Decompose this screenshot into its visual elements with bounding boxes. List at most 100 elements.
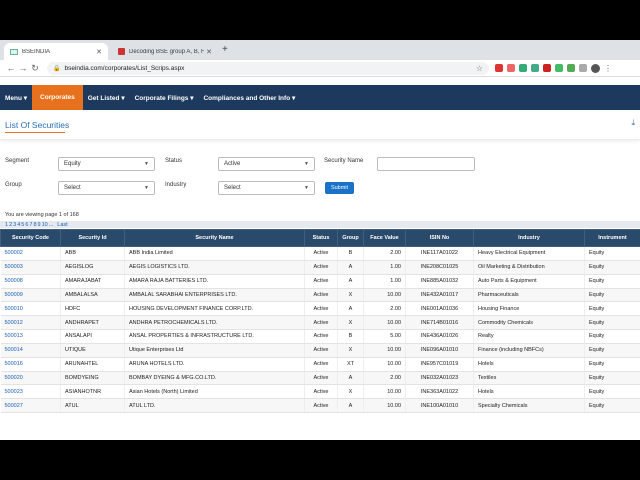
page-info: You are viewing page 1 of 168: [5, 212, 79, 218]
column-header[interactable]: ISIN No: [405, 229, 474, 247]
table-cell: AMARA RAJA BATTERIES LTD.: [124, 274, 305, 289]
back-icon[interactable]: ←: [5, 63, 17, 73]
security-code-link[interactable]: 500023: [0, 384, 61, 400]
page-link[interactable]: 3: [13, 222, 16, 228]
nav-compliances[interactable]: Compliances and Other Info ▾: [198, 85, 300, 110]
security-code-link[interactable]: 500003: [0, 260, 61, 275]
chevron-down-icon: ▼: [144, 161, 149, 167]
security-code-link[interactable]: 500009: [0, 288, 61, 303]
new-tab-icon[interactable]: +: [222, 44, 228, 55]
security-name-input[interactable]: [377, 157, 475, 171]
table-cell: ANDHRA PETROCHEMICALS LTD.: [124, 315, 305, 331]
close-icon[interactable]: ✕: [206, 48, 212, 56]
security-code-link[interactable]: 500014: [0, 343, 61, 358]
table-row: 500003 AEGISLOG AEGIS LOGISTICS LTD. Active…: [0, 260, 640, 275]
page-link-last[interactable]: Last: [57, 222, 67, 228]
group-select[interactable]: Select ▼: [58, 181, 155, 195]
table-cell: Equity: [584, 301, 640, 317]
table-cell: Oil Marketing & Distribution: [473, 260, 585, 275]
table-cell: HOUSING DEVELOPMENT FINANCE CORP.LTD.: [124, 301, 305, 317]
table-cell: Active: [304, 329, 338, 344]
page-link[interactable]: 1: [5, 222, 8, 228]
flag-icon: [10, 48, 18, 55]
nav-corporate-filings[interactable]: Corporate Filings ▾: [130, 85, 199, 110]
extension-icon[interactable]: [507, 64, 515, 72]
browser-window: BSEINDIA ✕ Decoding BSE group A, B, F, T…: [0, 40, 640, 440]
table-cell: Active: [304, 260, 338, 275]
puzzle-icon[interactable]: [579, 64, 587, 72]
page-link[interactable]: 10: [42, 222, 48, 228]
page-link[interactable]: 8: [33, 222, 36, 228]
nav-corporates[interactable]: Corporates: [32, 85, 83, 110]
close-icon[interactable]: ✕: [96, 48, 102, 56]
table-cell: XT: [337, 357, 364, 372]
download-icon[interactable]: ⤓: [631, 118, 635, 128]
table-cell: A: [337, 301, 364, 317]
extension-icon[interactable]: [543, 64, 551, 72]
industry-select[interactable]: Select ▼: [218, 181, 315, 195]
table-cell: INE436A01026: [405, 329, 474, 344]
column-header[interactable]: Security Id: [60, 229, 125, 247]
security-code-link[interactable]: 500012: [0, 315, 61, 331]
table-cell: INE363A01022: [405, 384, 474, 400]
tab-decoding[interactable]: Decoding BSE group A, B, F, T... ✕: [112, 43, 218, 60]
table-cell: Active: [304, 384, 338, 400]
column-header[interactable]: Status: [304, 229, 338, 247]
url-field[interactable]: 🔒 bseindia.com/corporates/List_Scrips.as…: [47, 61, 489, 75]
table-row: 500010 HDFC HOUSING DEVELOPMENT FINANCE CO…: [0, 301, 640, 317]
tab-bseindia[interactable]: BSEINDIA ✕: [4, 43, 108, 60]
extension-icon[interactable]: [495, 64, 503, 72]
page-link[interactable]: 7: [29, 222, 32, 228]
page-link[interactable]: 2: [9, 222, 12, 228]
table-row: 500023 ASIANHOTNR Asian Hotels (North) Lim…: [0, 384, 640, 400]
profile-avatar[interactable]: [591, 63, 600, 73]
column-header[interactable]: Face Value: [363, 229, 406, 247]
extension-icon[interactable]: [555, 64, 563, 72]
page-link[interactable]: 4: [17, 222, 20, 228]
extension-icon[interactable]: [519, 64, 527, 72]
extension-icon[interactable]: [567, 64, 575, 72]
reload-icon[interactable]: ↻: [29, 63, 41, 74]
security-code-link[interactable]: 500020: [0, 371, 61, 386]
menu-dots-icon[interactable]: ⋮: [604, 64, 612, 73]
table-cell: Active: [304, 357, 338, 372]
table-cell: Equity: [584, 398, 640, 414]
security-code-link[interactable]: 500027: [0, 398, 61, 414]
table-cell: A: [337, 398, 364, 414]
tab-title: Decoding BSE group A, B, F, T...: [129, 48, 205, 55]
table-cell: Finance (including NBFCs): [473, 343, 585, 358]
status-select[interactable]: Active ▼: [218, 157, 315, 171]
table-cell: Specialty Chemicals: [473, 398, 585, 414]
security-code-link[interactable]: 500016: [0, 357, 61, 372]
nav-menu[interactable]: Menu ▾: [0, 85, 32, 110]
forward-icon[interactable]: →: [17, 63, 29, 73]
column-header[interactable]: Industry: [473, 229, 585, 247]
column-header[interactable]: Security Code: [0, 229, 61, 247]
table-cell: 10.00: [363, 315, 406, 331]
segment-select[interactable]: Equity ▼: [58, 157, 155, 171]
column-header[interactable]: Group: [337, 229, 364, 247]
table-cell: Active: [304, 301, 338, 317]
column-header[interactable]: Instrument: [584, 229, 640, 247]
security-code-link[interactable]: 500008: [0, 274, 61, 289]
nav-get-listed[interactable]: Get Listed ▾: [83, 85, 130, 110]
title-underline: [5, 132, 65, 133]
submit-button[interactable]: Submit: [325, 182, 354, 194]
page-link[interactable]: 5: [21, 222, 24, 228]
table-cell: ARUNA HOTELS LTD.: [124, 357, 305, 372]
table-cell: INE001A01036: [405, 301, 474, 317]
table-cell: Utique Enterprises Ltd: [124, 343, 305, 358]
security-code-link[interactable]: 500002: [0, 246, 61, 261]
star-icon[interactable]: ☆: [476, 64, 483, 73]
security-code-link[interactable]: 500013: [0, 329, 61, 344]
page-link[interactable]: 6: [25, 222, 28, 228]
column-header[interactable]: Security Name: [124, 229, 305, 247]
extension-icon[interactable]: [531, 64, 539, 72]
table-cell: ASIANHOTNR: [60, 384, 125, 400]
page-link[interactable]: 9: [38, 222, 41, 228]
table-cell: BOMBAY DYEING & MFG.CO.LTD.: [124, 371, 305, 386]
table-row: 500013 ANSALAPI ANSAL PROPERTIES & INFRAST…: [0, 329, 640, 344]
security-code-link[interactable]: 500010: [0, 301, 61, 317]
table-cell: Active: [304, 288, 338, 303]
table-cell: 2.00: [363, 246, 406, 261]
